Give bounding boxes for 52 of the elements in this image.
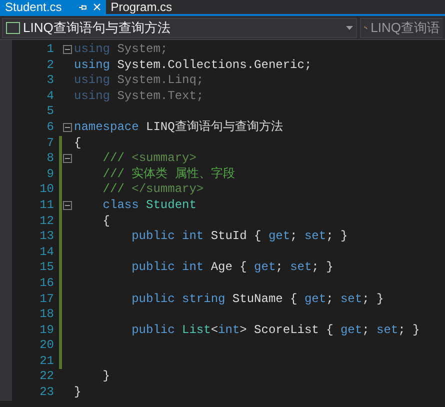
code-line: } bbox=[74, 385, 82, 401]
line-number: 18 bbox=[38, 307, 54, 323]
line-number: 4 bbox=[46, 88, 54, 104]
code-line: using System; bbox=[74, 42, 168, 58]
line-number: 17 bbox=[38, 292, 54, 308]
line-number: 14 bbox=[38, 244, 54, 260]
collapse-icon[interactable] bbox=[62, 201, 72, 210]
line-number: 7 bbox=[46, 136, 54, 152]
file-tab[interactable]: Student.cs bbox=[0, 0, 106, 14]
line-number: 5 bbox=[46, 104, 54, 120]
code-line: } bbox=[102, 369, 110, 386]
collapse-icon[interactable] bbox=[62, 123, 72, 132]
code-line: public int Age { get; set; } bbox=[130, 260, 334, 276]
code-line: /// 实体类 属性、字段 bbox=[102, 166, 235, 182]
code-line: public string StuName { get; set; } bbox=[130, 292, 384, 308]
code-line: public int StuId { get; set; } bbox=[130, 229, 348, 245]
code-line: using System.Text; bbox=[74, 88, 204, 104]
line-number: 12 bbox=[38, 214, 54, 230]
line-number: 21 bbox=[38, 354, 54, 370]
code-line: public List<int> ScoreList { get; set; } bbox=[130, 322, 420, 338]
line-number: 3 bbox=[46, 73, 54, 89]
line-number: 16 bbox=[38, 276, 54, 292]
pin-icon[interactable] bbox=[78, 2, 87, 12]
line-number: 9 bbox=[46, 166, 54, 182]
code-line: using System.Collections.Generic; bbox=[74, 58, 312, 74]
project-dropdown[interactable]: LINQ查询语句与查询方法 bbox=[2, 18, 357, 38]
line-number: 8 bbox=[46, 151, 54, 167]
close-icon[interactable] bbox=[92, 3, 101, 11]
code-line: class Student bbox=[102, 198, 196, 214]
dropdown-arrow-icon[interactable] bbox=[346, 26, 353, 30]
line-number: 19 bbox=[38, 322, 54, 338]
code-line: { bbox=[74, 136, 82, 152]
code-line: using System.Linq; bbox=[74, 73, 204, 89]
code-line: namespace LINQ查询语句与查询方法 bbox=[74, 120, 283, 136]
code-line: /// </summary> bbox=[102, 182, 204, 198]
line-number: 11 bbox=[38, 198, 54, 214]
file-tab[interactable]: Program.cs bbox=[106, 0, 178, 14]
line-number: 23 bbox=[38, 385, 54, 401]
csharp-file-icon bbox=[6, 22, 20, 34]
line-number: 2 bbox=[46, 58, 54, 74]
line-number: 15 bbox=[38, 260, 54, 276]
line-number: 20 bbox=[38, 338, 54, 354]
code-line: /// <summary> bbox=[102, 151, 196, 167]
line-number: 6 bbox=[46, 120, 54, 136]
member-dropdown[interactable]: LINQ查询语 bbox=[360, 18, 443, 38]
collapse-icon[interactable] bbox=[62, 154, 72, 164]
line-number: 22 bbox=[38, 369, 54, 386]
collapse-icon[interactable] bbox=[62, 45, 72, 54]
code-line: { bbox=[102, 214, 110, 230]
line-number: 1 bbox=[46, 42, 54, 58]
line-number: 10 bbox=[38, 182, 54, 198]
line-number: 13 bbox=[38, 229, 54, 245]
